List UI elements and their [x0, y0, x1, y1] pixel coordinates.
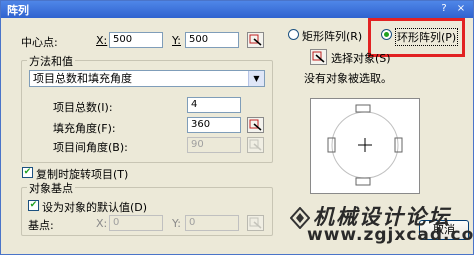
- help-icon[interactable]: ?: [437, 2, 451, 16]
- select-objects-icon: [312, 51, 325, 63]
- pick-angle-between-button[interactable]: [247, 137, 264, 153]
- dialog-title: 阵列: [7, 4, 29, 17]
- pick-angle-icon: [249, 139, 262, 151]
- rect-array-label: 矩形阵列(R): [302, 30, 363, 43]
- selection-status: 没有对象被选取。: [304, 72, 392, 85]
- total-items-label: 项目总数(I):: [53, 101, 113, 114]
- fill-angle-input[interactable]: 360: [187, 117, 241, 133]
- base-point-group-title: 对象基点: [27, 180, 75, 196]
- title-bar: 阵列 ? ×: [1, 1, 473, 18]
- select-objects-button[interactable]: [310, 49, 327, 65]
- rotate-items-checkbox[interactable]: ✔: [22, 167, 33, 178]
- default-base-label: 设为对象的默认值(D): [42, 201, 148, 214]
- base-point-label: 基点:: [28, 219, 54, 232]
- fill-angle-label: 填充角度(F):: [53, 122, 116, 135]
- angle-between-label: 项目间角度(B):: [53, 141, 128, 154]
- pick-point-icon: [249, 217, 262, 229]
- method-selected-value: 项目总数和填充角度: [33, 72, 132, 85]
- pick-point-icon: [249, 34, 262, 46]
- center-x-label: X:: [96, 34, 108, 47]
- rect-array-radio[interactable]: [288, 29, 299, 40]
- method-group-title: 方法和值: [27, 53, 75, 69]
- base-x-label: X:: [96, 217, 108, 230]
- default-base-checkbox[interactable]: ✔: [28, 200, 39, 211]
- watermark-url: www.zgjxcad.com: [307, 225, 474, 245]
- pick-angle-icon: [249, 119, 262, 131]
- method-select[interactable]: 项目总数和填充角度 ▼: [29, 70, 265, 87]
- select-objects-label: 选择对象(S): [331, 52, 391, 65]
- close-icon[interactable]: ×: [454, 2, 468, 16]
- center-y-input[interactable]: 500: [185, 32, 239, 48]
- pick-fill-angle-button[interactable]: [247, 117, 264, 133]
- total-items-input[interactable]: 4: [187, 97, 241, 113]
- center-x-input[interactable]: 500: [109, 32, 163, 48]
- polar-array-preview-icon: [327, 104, 403, 186]
- base-y-label: Y:: [172, 217, 181, 230]
- preview-pane: [310, 98, 420, 194]
- angle-between-input[interactable]: 90: [187, 137, 241, 153]
- pick-base-point-button[interactable]: [247, 215, 264, 231]
- center-point-label: 中心点:: [21, 36, 58, 49]
- center-y-label: Y:: [172, 34, 181, 47]
- array-dialog: 阵列 ? × 中心点: X: 500 Y: 500 方法和值 项目总数和填充角度…: [0, 0, 474, 255]
- base-x-input[interactable]: 0: [109, 215, 163, 231]
- chevron-down-icon[interactable]: ▼: [248, 71, 264, 86]
- base-y-input[interactable]: 0: [185, 215, 239, 231]
- pick-center-button[interactable]: [247, 32, 264, 48]
